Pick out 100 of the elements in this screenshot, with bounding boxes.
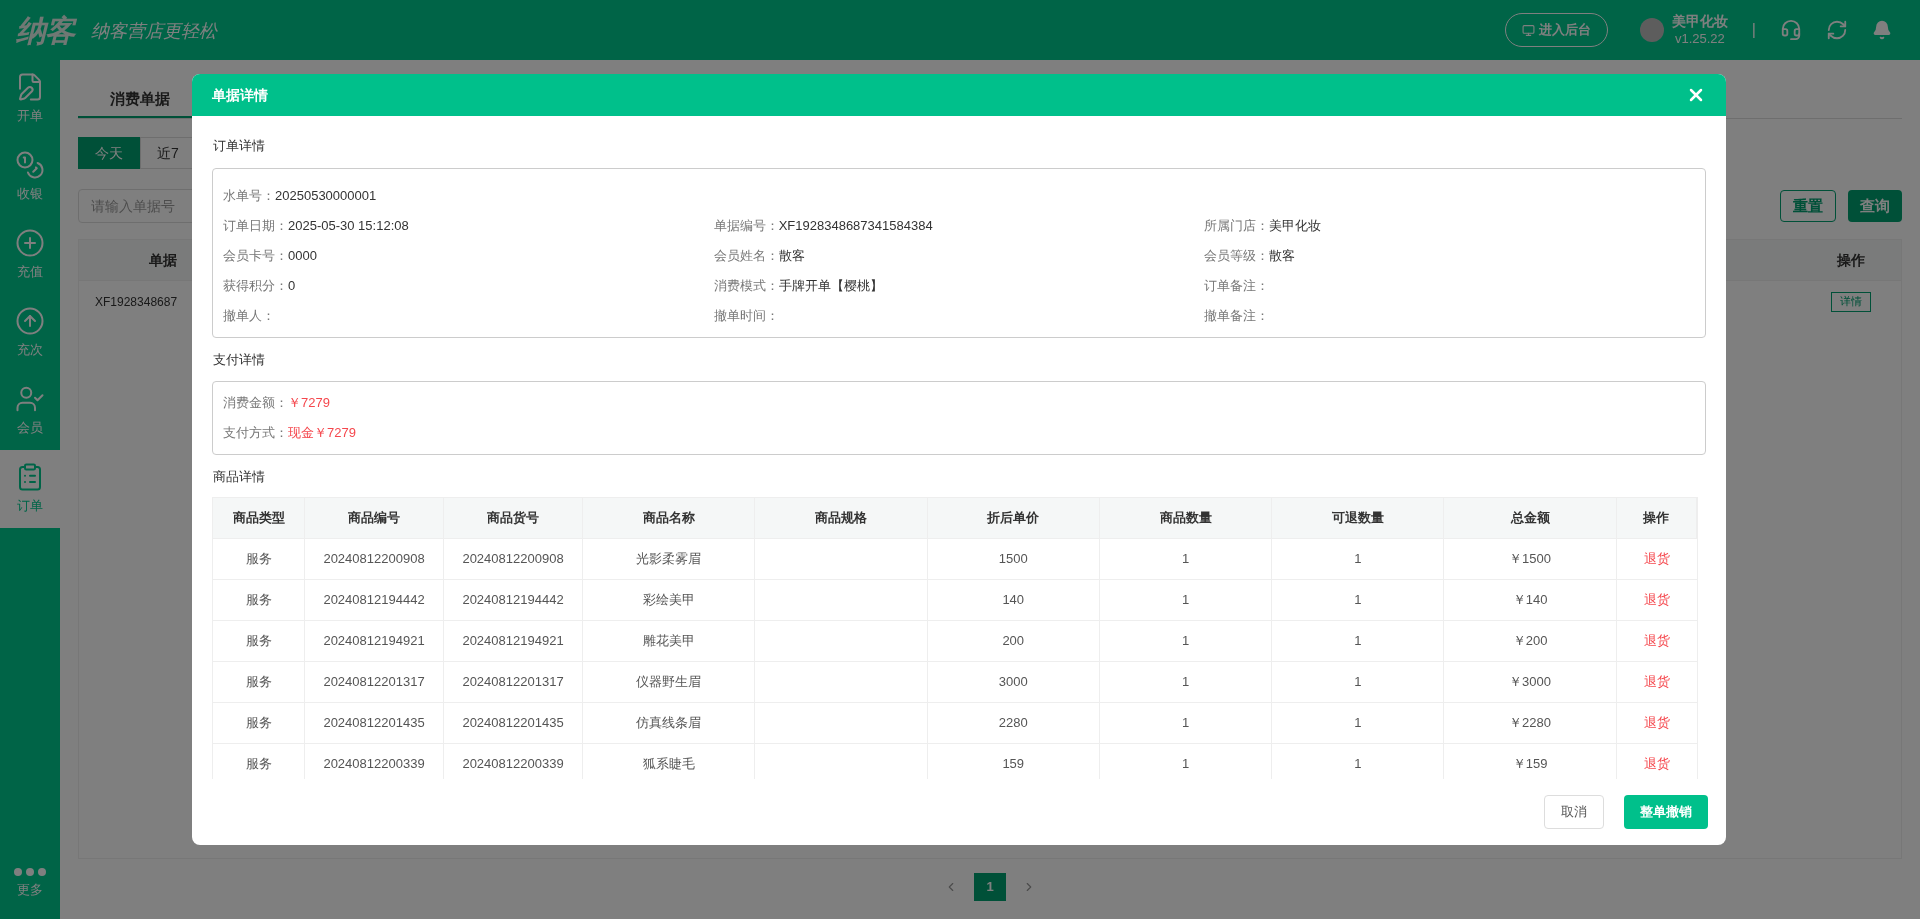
- sidebar-item[interactable]: 开单: [0, 60, 60, 138]
- table-cell-text: ￥159: [1512, 754, 1548, 773]
- more-item[interactable]: 更多: [0, 849, 60, 919]
- field-value: 散客: [778, 246, 805, 265]
- table-cell-text: 1: [1354, 590, 1362, 609]
- table-cell-text: 159: [1002, 754, 1025, 773]
- field-label: 撤单时间：: [713, 306, 779, 325]
- query-button[interactable]: 查询: [1848, 190, 1902, 222]
- table-cell-text: 雕花美甲: [642, 631, 695, 650]
- section-title: 订单详情: [213, 137, 266, 155]
- field-value: 20250530000001: [275, 186, 377, 205]
- refresh-icon[interactable]: [1826, 19, 1848, 41]
- table-cell-text: 1: [1181, 713, 1190, 732]
- coins-icon: [15, 150, 45, 181]
- table-cell-text: 20240812194442: [323, 590, 425, 609]
- column-header: 操作: [1836, 250, 1866, 270]
- store-name: 美甲化妆: [1671, 13, 1728, 31]
- field-label: 消费金额：: [223, 394, 288, 413]
- table-cell-text: 20240812200908: [323, 549, 425, 568]
- field-label: 会员等级：: [1204, 246, 1270, 265]
- table-cell-text: 1: [1354, 713, 1362, 732]
- table-cell-text: ￥2280: [1509, 713, 1552, 732]
- return-link[interactable]: 退货: [1643, 589, 1670, 610]
- table-cell-text: 20240812194921: [323, 631, 425, 650]
- table-cell-text: 服务: [245, 631, 272, 650]
- field-value: 美甲化妆: [1269, 216, 1322, 235]
- table-cell-text: 1: [1181, 631, 1190, 650]
- slogan: 纳客营店更轻松: [90, 18, 217, 43]
- circle-plus-icon: [15, 228, 45, 259]
- table-cell-text: 服务: [245, 754, 272, 773]
- field-label: 会员姓名：: [713, 246, 779, 265]
- amount-value: 现金￥7279: [288, 424, 356, 443]
- table-cell-text: 2280: [998, 713, 1028, 732]
- column-header: 商品类型: [213, 497, 306, 538]
- dots-icon: [14, 868, 46, 877]
- cancel-button[interactable]: 取消: [1544, 795, 1604, 829]
- amount-value: ￥7279: [288, 394, 330, 413]
- table-cell-text: 20240812194921: [462, 631, 564, 650]
- sidebar-item[interactable]: 充值: [0, 216, 60, 294]
- field-value: XF1928348687341584384: [778, 216, 933, 235]
- table-cell-text: 1: [1181, 754, 1190, 773]
- column-header: 商品数量: [1099, 497, 1273, 538]
- field-value: 0: [288, 276, 296, 295]
- notification-icon[interactable]: [1872, 20, 1892, 40]
- table-cell-text: 3000: [998, 672, 1028, 691]
- table-cell-text: XF1928348687: [94, 293, 178, 311]
- sidebar-item[interactable]: 订单: [0, 450, 60, 528]
- table-cell-text: 服务: [245, 672, 272, 691]
- table-cell-text: 1: [1181, 672, 1190, 691]
- section-title: 支付详情: [213, 350, 266, 369]
- table-cell-text: 20240812200908: [462, 549, 564, 568]
- page-button[interactable]: 1: [974, 873, 1006, 901]
- return-link[interactable]: 退货: [1643, 671, 1670, 692]
- field-label: 撤单备注：: [1204, 306, 1270, 325]
- table-cell-text: ￥3000: [1509, 672, 1552, 691]
- table-cell-text: ￥1500: [1509, 549, 1552, 568]
- table-cell-text: 140: [1002, 590, 1025, 609]
- table-cell-text: 仿真线条眉: [636, 713, 702, 732]
- field-label: 支付方式：: [223, 424, 288, 443]
- headset-icon[interactable]: [1780, 19, 1802, 41]
- column-header: 操作: [1616, 497, 1697, 538]
- table-cell-text: 20240812194442: [462, 590, 564, 609]
- field-label: 撤单人：: [223, 306, 275, 325]
- field-label: 获得积分：: [223, 276, 288, 295]
- sidebar-item[interactable]: 会员: [0, 372, 60, 450]
- logo: 纳客: [16, 12, 75, 49]
- return-link[interactable]: 退货: [1643, 630, 1670, 651]
- revoke-order-button[interactable]: 整单撤销: [1624, 795, 1708, 829]
- dialog-title: 单据详情: [212, 85, 268, 105]
- table-cell-text: 20240812201435: [323, 713, 425, 732]
- sidebar-item[interactable]: 收银: [0, 138, 60, 216]
- table-cell-text: 彩绘美甲: [642, 590, 695, 609]
- column-header: 折后单价: [927, 497, 1100, 538]
- date-filter-tab[interactable]: 今天: [78, 137, 140, 169]
- table-cell-text: 1: [1354, 672, 1362, 691]
- reset-button[interactable]: 重置: [1780, 190, 1836, 222]
- column-header: 商品名称: [583, 497, 756, 538]
- return-link[interactable]: 退货: [1643, 548, 1670, 569]
- return-link[interactable]: 退货: [1643, 712, 1670, 733]
- table-cell-text: 1: [1181, 549, 1190, 568]
- field-value: 2025-05-30 15:12:08: [288, 216, 409, 235]
- table-cell-text: 1: [1354, 754, 1362, 773]
- column-header: 商品编号: [305, 497, 445, 538]
- table-cell-text: 20240812201435: [462, 713, 564, 732]
- table-cell-text: 1: [1354, 631, 1362, 650]
- field-label: 消费模式：: [713, 276, 779, 295]
- column-header: 商品货号: [444, 497, 584, 538]
- field-value: 0000: [288, 246, 317, 265]
- table-cell-text: ￥200: [1512, 631, 1548, 650]
- details-button[interactable]: 详情: [1831, 291, 1871, 312]
- return-link[interactable]: 退货: [1643, 753, 1670, 774]
- table-cell-text: 20240812200339: [323, 754, 425, 773]
- sidebar-item[interactable]: 充次: [0, 294, 60, 372]
- column-header: 总金额: [1444, 497, 1617, 538]
- table-cell-text: 20240812201317: [323, 672, 425, 691]
- separator: |: [1751, 20, 1756, 40]
- version-label: v1.25.22: [1674, 30, 1725, 47]
- table-cell-text: 服务: [245, 549, 272, 568]
- field-label: 会员卡号：: [223, 246, 288, 265]
- field-label: 订单日期：: [223, 216, 288, 235]
